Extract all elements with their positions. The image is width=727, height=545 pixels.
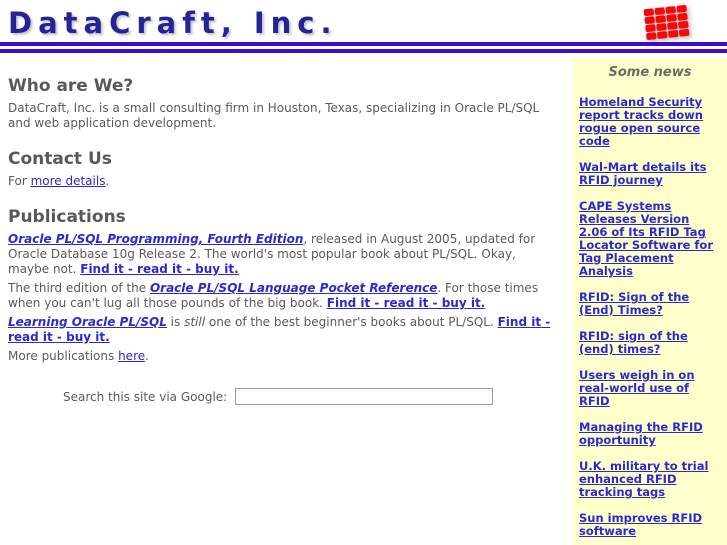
more-publications-link[interactable]: here xyxy=(118,349,145,363)
contact-suffix: . xyxy=(105,174,110,188)
publication-2-lead: The third edition of the xyxy=(8,281,150,295)
logo-cell xyxy=(677,20,689,29)
red-grid-logo-icon xyxy=(643,4,697,41)
contact-prefix: For xyxy=(8,174,31,188)
news-link[interactable]: Managing the RFID opportunity xyxy=(579,421,721,447)
contact-us-text: For more details. xyxy=(8,174,560,189)
more-publications-prefix: More publications xyxy=(8,349,119,363)
logo-grid xyxy=(643,4,690,41)
publication-item-3: Learning Oracle PL/SQL is still one of t… xyxy=(8,315,560,345)
news-link[interactable]: U.K. military to trial enhanced RFID tra… xyxy=(579,460,721,499)
publication-item-1: Oracle PL/SQL Programming, Fourth Editio… xyxy=(8,232,560,277)
page-header: DataCraft, Inc. xyxy=(0,0,727,58)
news-link[interactable]: RFID: sign of the (end) times? xyxy=(579,330,721,356)
logo-cell xyxy=(677,12,688,21)
site-title: DataCraft, Inc. xyxy=(8,6,338,40)
search-label: Search this site via Google: xyxy=(63,389,228,404)
logo-cell xyxy=(645,24,656,33)
search-row: Search this site via Google: xyxy=(8,388,560,405)
news-link[interactable]: Wal-Mart details its RFID journey xyxy=(579,161,721,187)
book-title-link-learning-oracle-plsql[interactable]: Learning Oracle PL/SQL xyxy=(8,315,167,329)
publication-3-body-b: one of the best beginner's books about P… xyxy=(205,315,498,329)
news-link[interactable]: CAPE Systems Releases Version 2.06 of It… xyxy=(579,200,721,278)
news-sidebar: Some news Homeland Security report track… xyxy=(573,58,727,545)
more-publications-suffix: . xyxy=(145,349,149,363)
logo-cell xyxy=(656,23,667,32)
publication-3-body-a: is xyxy=(166,315,185,329)
publication-item-2: The third edition of the Oracle PL/SQL L… xyxy=(8,281,560,311)
buy-link-2[interactable]: Find it - read it - buy it. xyxy=(327,296,485,310)
news-link[interactable]: Sun improves RFID software xyxy=(579,512,721,538)
book-title-link-oracle-plsql-programming[interactable]: Oracle PL/SQL Programming, Fourth Editio… xyxy=(8,232,303,246)
logo-cell xyxy=(678,28,690,37)
logo-cell xyxy=(667,21,678,30)
who-are-we-text: DataCraft, Inc. is a small consulting fi… xyxy=(8,101,540,130)
logo-cell xyxy=(646,32,657,41)
contact-us-heading: Contact Us xyxy=(8,149,112,169)
logo-cell xyxy=(665,5,677,14)
publication-3-emphasis: still xyxy=(184,315,206,329)
logo-cell xyxy=(676,4,687,13)
header-divider xyxy=(0,42,727,53)
logo-cell xyxy=(654,7,666,16)
more-publications-text: More publications here. xyxy=(8,349,560,364)
book-title-link-pocket-reference[interactable]: Oracle PL/SQL Language Pocket Reference xyxy=(150,281,437,295)
buy-link-1[interactable]: Find it - read it - buy it. xyxy=(80,262,238,276)
search-input[interactable] xyxy=(235,388,494,405)
logo-cell xyxy=(644,16,656,25)
main-content: Who are We? DataCraft, Inc. is a small c… xyxy=(0,58,566,405)
more-details-link[interactable]: more details xyxy=(31,174,106,188)
logo-cell xyxy=(666,13,677,22)
header-divider-bar-bottom xyxy=(0,49,727,53)
who-are-we-heading: Who are We? xyxy=(8,76,134,96)
page-layout: Who are We? DataCraft, Inc. is a small c… xyxy=(0,58,727,545)
logo-cell xyxy=(656,31,668,40)
publications-heading: Publications xyxy=(8,207,126,227)
news-link[interactable]: Homeland Security report tracks down rog… xyxy=(579,96,721,148)
news-link[interactable]: Users weigh in on real-world use of RFID xyxy=(579,369,721,408)
news-heading: Some news xyxy=(608,65,692,80)
logo-cell xyxy=(667,29,679,38)
news-link[interactable]: RFID: Sign of the (End) Times? xyxy=(579,291,721,317)
logo-cell xyxy=(655,15,666,24)
logo-cell xyxy=(643,8,655,17)
